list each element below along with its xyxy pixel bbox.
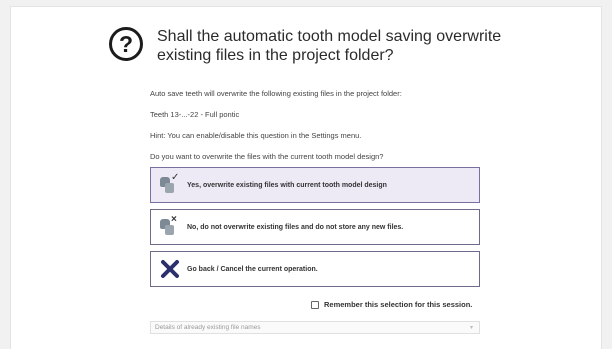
tooth-check-icon: ✓: [159, 173, 181, 196]
remember-checkbox[interactable]: [311, 300, 319, 309]
option-no-overwrite[interactable]: × No, do not overwrite existing files an…: [150, 209, 480, 245]
cancel-x-icon: [159, 258, 181, 280]
details-dropdown[interactable]: Details of already existing file names ▾: [150, 321, 480, 334]
dialog-title: Shall the automatic tooth model saving o…: [157, 28, 502, 64]
option-cancel[interactable]: Go back / Cancel the current operation.: [150, 251, 480, 287]
teeth-text: Teeth 13-...-22 - Full pontic: [150, 110, 240, 119]
info-text: Auto save teeth will overwrite the follo…: [150, 89, 402, 98]
remember-label: Remember this selection for this session…: [324, 300, 473, 309]
tooth-x-icon: ×: [159, 215, 181, 238]
option-label: No, do not overwrite existing files and …: [187, 223, 404, 231]
details-label: Details of already existing file names: [155, 324, 261, 331]
question-text: Do you want to overwrite the files with …: [150, 152, 384, 161]
option-yes-overwrite[interactable]: ✓ Yes, overwrite existing files with cur…: [150, 167, 480, 203]
chevron-down-icon: ▾: [469, 325, 473, 331]
remember-selection[interactable]: Remember this selection for this session…: [311, 300, 472, 309]
question-icon: ?: [109, 27, 143, 61]
option-label: Yes, overwrite existing files with curre…: [187, 181, 387, 189]
option-label: Go back / Cancel the current operation.: [187, 265, 318, 273]
hint-text: Hint: You can enable/disable this questi…: [150, 131, 362, 140]
